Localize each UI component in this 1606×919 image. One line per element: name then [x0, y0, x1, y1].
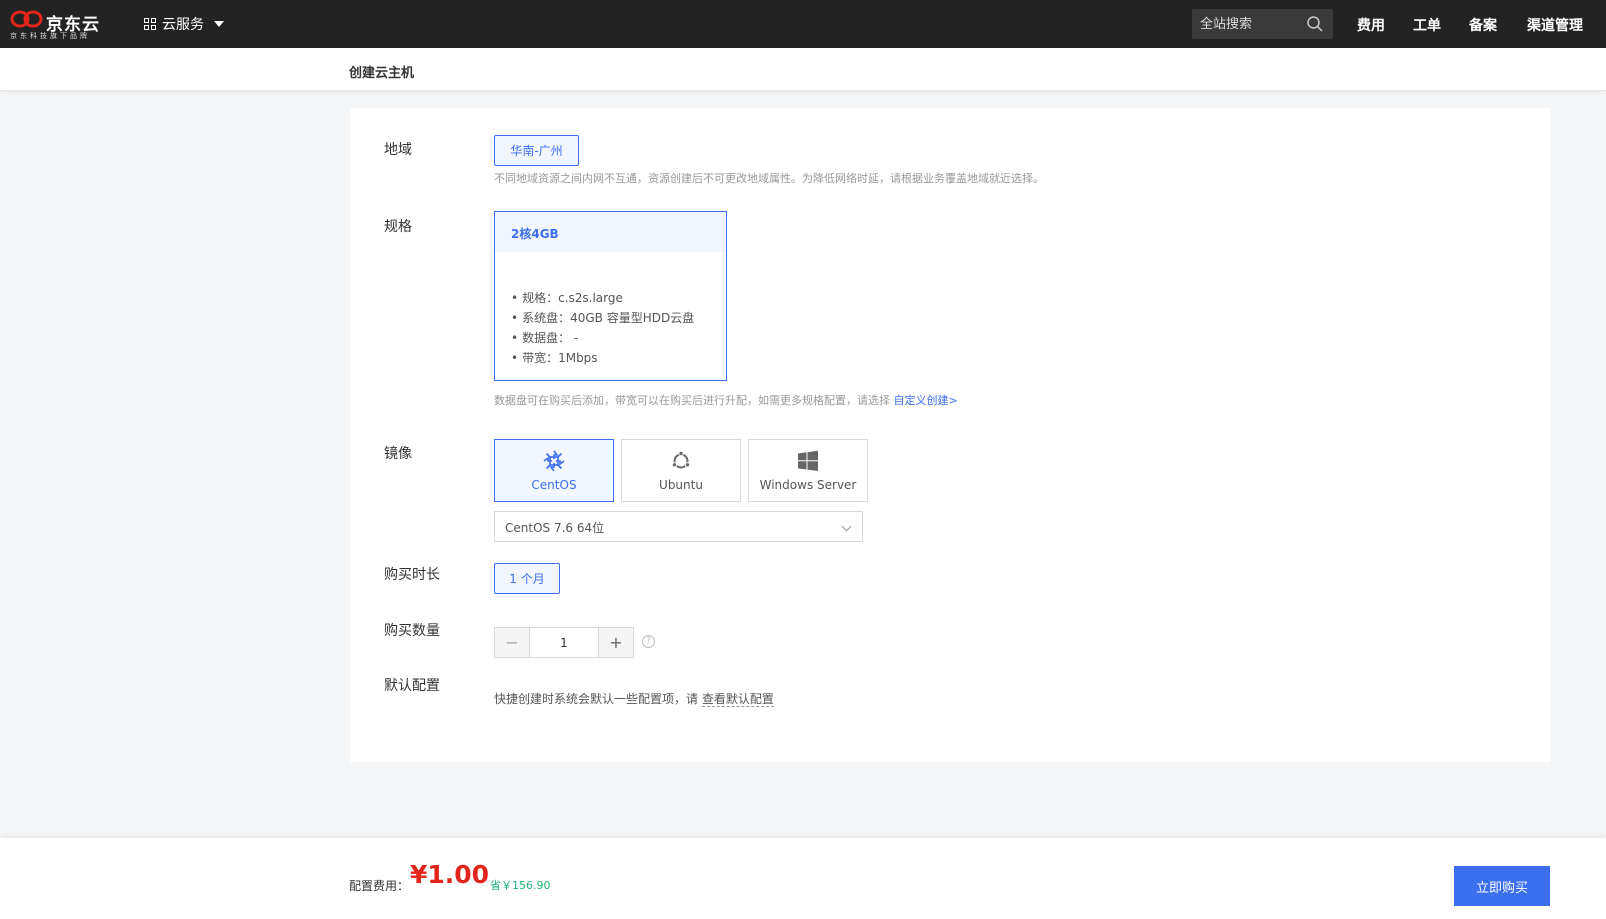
nav-link-channel-management[interactable]: 渠道管理	[1527, 15, 1583, 35]
ubuntu-icon	[671, 450, 691, 468]
jdcloud-logo[interactable]: 京东云 京东科技旗下品牌	[10, 8, 110, 42]
nav-link-filing[interactable]: 备案	[1469, 15, 1497, 35]
top-nav-bar: 京东云 京东科技旗下品牌 云服务 费用 工单 备案 渠道管理	[0, 0, 1606, 48]
global-search	[1192, 9, 1333, 39]
windows-icon	[798, 450, 818, 471]
image-option-ubuntu-label: Ubuntu	[659, 477, 703, 492]
page-title: 创建云主机	[349, 66, 415, 81]
default-config-text: 快捷创建时系统会默认一些配置项，请	[494, 692, 699, 706]
global-search-input[interactable]	[1200, 14, 1300, 34]
image-version-select[interactable]: CentOS 7.6 64位	[494, 511, 863, 542]
custom-create-link[interactable]: 自定义创建>	[894, 394, 958, 407]
spec-item-data-disk: 数据盘： -	[511, 328, 694, 348]
help-icon[interactable]: ?	[642, 635, 655, 648]
spec-hint: 数据盘可在购买后添加，带宽可以在购买后进行升配，如需更多规格配置，请选择 自定义…	[494, 392, 958, 408]
image-option-windows-server[interactable]: Windows Server	[748, 439, 868, 502]
create-instance-form: 地域 华南-广州 不同地域资源之间内网不互通，资源创建后不可更改地域属性。为降低…	[350, 108, 1550, 762]
spec-detail-list: 规格：c.s2s.large 系统盘：40GB 容量型HDD云盘 数据盘： - …	[511, 288, 694, 368]
jdcloud-logo-icon	[10, 10, 43, 28]
fee-label: 配置费用：	[349, 879, 410, 893]
image-option-centos[interactable]: CentOS	[494, 439, 614, 502]
grid-icon	[144, 18, 156, 30]
quantity-decrease-button[interactable]: −	[495, 628, 529, 657]
quantity-input[interactable]	[529, 628, 599, 657]
cloud-services-label: 云服务	[162, 17, 204, 33]
image-option-ubuntu[interactable]: Ubuntu	[621, 439, 741, 502]
image-label: 镜像	[384, 446, 412, 462]
duration-option-1-month[interactable]: 1 个月	[494, 563, 560, 594]
default-config-label: 默认配置	[384, 678, 440, 694]
quantity-stepper: − +	[494, 627, 634, 658]
spec-item-instance-type: 规格：c.s2s.large	[511, 288, 694, 308]
buy-now-button[interactable]: 立即购买	[1454, 866, 1550, 906]
order-footer: 配置费用： ¥1.00 省￥156.90 立即购买	[0, 838, 1606, 919]
image-option-centos-label: CentOS	[531, 477, 577, 492]
cloud-services-menu[interactable]: 云服务	[144, 14, 224, 34]
default-config-hint: 快捷创建时系统会默认一些配置项，请 查看默认配置	[494, 690, 774, 707]
fee-saving: 省￥156.90	[490, 879, 551, 892]
spec-card-2c4g[interactable]: 2核4GB 规格：c.s2s.large 系统盘：40GB 容量型HDD云盘 数…	[494, 211, 727, 381]
chevron-down-icon	[841, 521, 852, 532]
nav-link-billing[interactable]: 费用	[1357, 15, 1385, 35]
quantity-label: 购买数量	[384, 623, 440, 639]
search-icon[interactable]	[1307, 16, 1323, 32]
spec-card-title: 2核4GB	[495, 212, 726, 252]
spec-label: 规格	[384, 219, 412, 235]
region-hint: 不同地域资源之间内网不互通，资源创建后不可更改地域属性。为降低网络时延，请根据业…	[494, 172, 1044, 185]
fee-price: ¥1.00	[410, 860, 490, 889]
region-option-south-guangzhou[interactable]: 华南-广州	[494, 135, 579, 166]
view-default-config-link[interactable]: 查看默认配置	[701, 692, 774, 707]
centos-icon	[543, 450, 565, 471]
spec-hint-text: 数据盘可在购买后添加，带宽可以在购买后进行升配，如需更多规格配置，请选择	[494, 394, 890, 407]
image-version-value: CentOS 7.6 64位	[505, 521, 605, 535]
spec-item-bandwidth: 带宽：1Mbps	[511, 348, 694, 368]
region-label: 地域	[384, 142, 412, 158]
spec-item-system-disk: 系统盘：40GB 容量型HDD云盘	[511, 308, 694, 328]
caret-down-icon	[214, 21, 224, 27]
duration-label: 购买时长	[384, 567, 440, 583]
image-option-windows-server-label: Windows Server	[759, 477, 857, 492]
page-header: 创建云主机	[0, 48, 1606, 91]
nav-link-tickets[interactable]: 工单	[1413, 15, 1441, 35]
quantity-increase-button[interactable]: +	[599, 628, 633, 657]
logo-tagline: 京东科技旗下品牌	[10, 32, 90, 40]
